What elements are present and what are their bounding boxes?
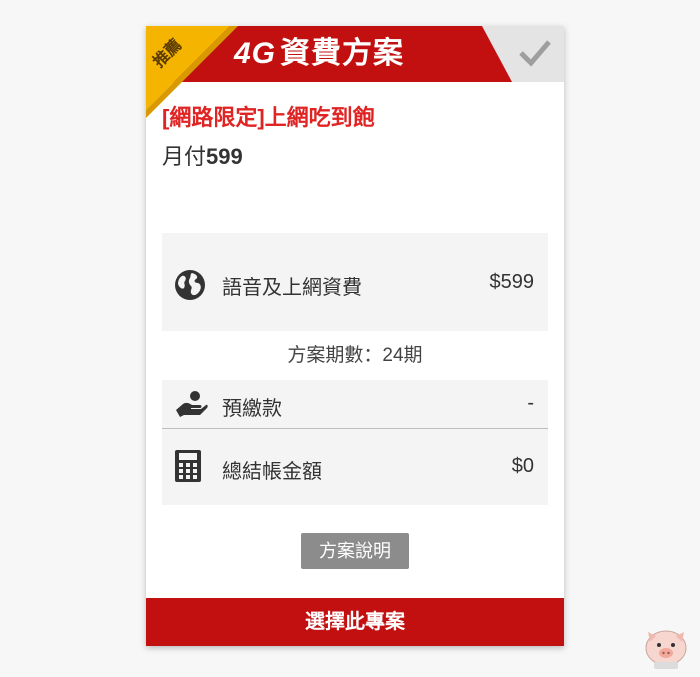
plan-name: [網路限定]上網吃到飽 (162, 105, 375, 130)
calculator-icon (175, 450, 201, 482)
voice-data-value: $599 (489, 271, 535, 293)
prepayment-label: 預繳款 (222, 398, 282, 420)
globe-icon (175, 270, 205, 300)
hand-payment-icon (176, 391, 208, 417)
voice-data-label: 語音及上網資費 (222, 277, 362, 299)
check-icon[interactable] (518, 38, 552, 68)
total-amount-value: $0 (511, 455, 534, 477)
contract-term: 方案期數：24期 (287, 345, 423, 366)
total-amount-label: 總結帳金額 (222, 461, 322, 483)
select-plan-button[interactable]: 選擇此專案 (146, 598, 564, 646)
prepayment-value: - (527, 392, 534, 414)
plan-price: 月付599 (162, 139, 243, 171)
plan-description-button[interactable]: 方案說明 (301, 533, 409, 569)
plan-price-prefix: 月付 (162, 144, 207, 169)
pig-mascot-icon (645, 630, 687, 669)
plan-price-value: 599 (206, 144, 243, 169)
plan-card: 4G 資費方案 推薦 [網路限定]上網吃到飽 月付599 語音及上網資費 $599… (146, 26, 564, 646)
header-title-text: 資費方案 (280, 37, 405, 70)
row-total-amount: 總結帳金額 $0 (162, 429, 548, 505)
header-title: 4G 資費方案 (234, 32, 404, 76)
row-prepayment: 預繳款 - (162, 380, 548, 428)
row-voice-data-fee: 語音及上網資費 $599 (162, 233, 548, 331)
